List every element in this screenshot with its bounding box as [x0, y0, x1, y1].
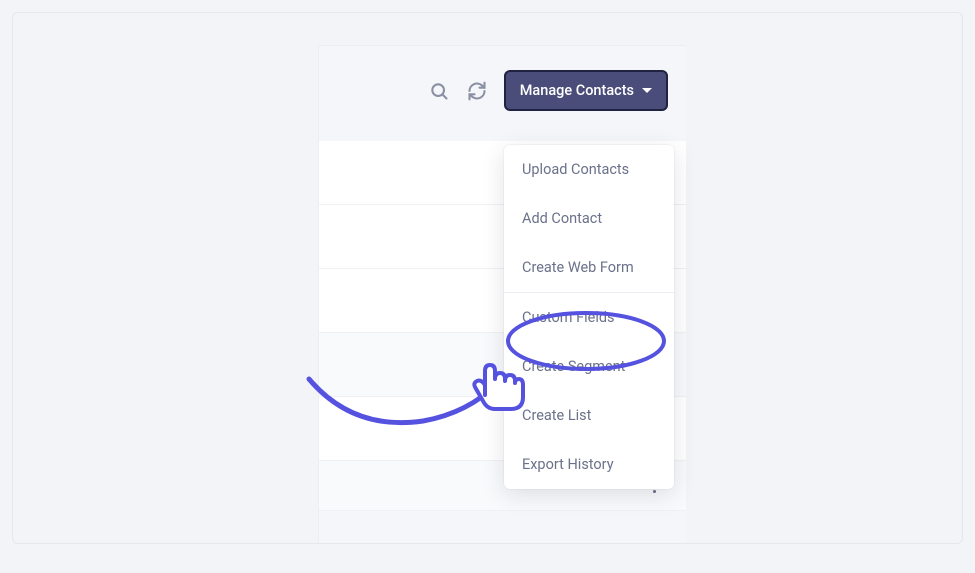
manage-contacts-dropdown: Upload Contacts Add Contact Create Web F… — [504, 145, 674, 489]
dropdown-item-create-list[interactable]: Create List — [504, 391, 674, 440]
dropdown-item-add-contact[interactable]: Add Contact — [504, 194, 674, 243]
dropdown-item-label: Upload Contacts — [522, 161, 629, 178]
toolbar: Manage Contacts — [319, 46, 686, 135]
dropdown-item-label: Create Web Form — [522, 259, 634, 276]
dropdown-item-create-web-form[interactable]: Create Web Form — [504, 243, 674, 292]
dropdown-item-label: Export History — [522, 456, 614, 473]
search-icon[interactable] — [428, 80, 450, 102]
manage-contacts-button[interactable]: Manage Contacts — [504, 70, 668, 111]
dropdown-item-upload-contacts[interactable]: Upload Contacts — [504, 145, 674, 194]
refresh-icon[interactable] — [466, 80, 488, 102]
manage-contacts-label: Manage Contacts — [520, 82, 634, 99]
dropdown-item-label: Create List — [522, 407, 591, 424]
dropdown-item-create-segment[interactable]: Create Segment — [504, 342, 674, 391]
chevron-down-icon — [642, 88, 652, 93]
outer-frame: Manage Contacts Upload Contacts Add Cont… — [12, 12, 963, 544]
dropdown-item-label: Create Segment — [522, 358, 625, 375]
dropdown-item-label: Custom Fields — [522, 309, 615, 326]
dropdown-item-export-history[interactable]: Export History — [504, 440, 674, 489]
dropdown-item-custom-fields[interactable]: Custom Fields — [504, 293, 674, 342]
content-panel: Manage Contacts Upload Contacts Add Cont… — [318, 45, 686, 543]
dropdown-item-label: Add Contact — [522, 210, 602, 227]
